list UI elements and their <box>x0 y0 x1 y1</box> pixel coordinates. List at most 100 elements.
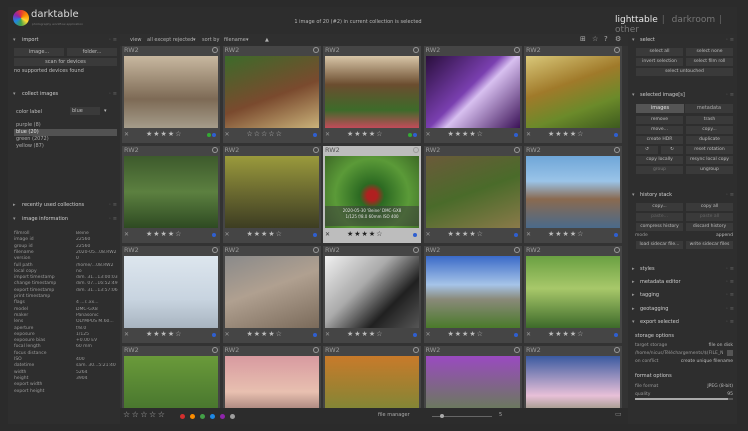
thumbnail-image[interactable] <box>124 256 218 328</box>
reset-rotation-button[interactable]: reset rotation <box>686 146 733 154</box>
gear-icon[interactable]: ⚙ <box>615 35 621 43</box>
collect-list-item[interactable]: yellow (87) <box>14 143 117 150</box>
thumbnail[interactable]: RW2 ✕ ★★★★☆ <box>323 246 421 343</box>
history-mode-row[interactable]: mode append <box>635 232 735 239</box>
thumbnail[interactable]: RW2 ✕ ★★★★☆ <box>222 146 321 243</box>
reject-icon[interactable]: ✕ <box>325 231 330 238</box>
help-icon[interactable]: ? <box>604 35 608 43</box>
module-preset-icon[interactable]: ◦ ≡ <box>725 190 734 200</box>
star-rating[interactable]: ★★★★☆ <box>548 330 584 338</box>
reject-icon[interactable]: ✕ <box>325 331 330 338</box>
star-rating[interactable]: ★★★★☆ <box>146 330 182 338</box>
load-sidecar-button[interactable]: load sidecar file... <box>636 241 683 249</box>
styles-header[interactable]: ▸ styles ◦ ≡ <box>628 264 737 274</box>
thumbnail[interactable]: RW2 ✕ ★★★★☆ <box>222 246 321 343</box>
reject-icon[interactable]: ✕ <box>124 331 129 338</box>
orange-label-icon[interactable] <box>190 414 195 419</box>
star-rating[interactable]: ★★★★☆ <box>247 330 283 338</box>
target-storage-select[interactable]: file on disk <box>709 342 733 349</box>
thumbnail-image[interactable] <box>526 356 620 408</box>
altered-icon[interactable] <box>614 147 620 153</box>
module-preset-icon[interactable]: ◦ ≡ <box>725 264 734 274</box>
thumbnail[interactable]: RW2 ✕ ★★★★☆ <box>122 246 220 343</box>
reject-icon[interactable]: ✕ <box>426 331 431 338</box>
view-darkroom[interactable]: darkroom <box>672 15 715 25</box>
folder-icon[interactable] <box>727 350 733 356</box>
thumbnail-image[interactable] <box>425 56 520 128</box>
metadata-editor-header[interactable]: ▸ metadata editor ◦ ≡ <box>628 277 737 287</box>
thumbnail[interactable]: RW2✕☆☆☆☆☆ <box>423 346 522 408</box>
recent-collections-header[interactable]: ▸ recently used collections ◦ ≡ <box>8 200 120 210</box>
layout-select[interactable]: file manager <box>378 412 410 418</box>
thumbnail[interactable]: RW2 ✕ ★★★★☆ <box>323 46 421 143</box>
image-information-header[interactable]: ▾ image information ◦ ≡ <box>8 214 120 224</box>
reject-icon[interactable]: ✕ <box>325 131 330 138</box>
collect-list-item[interactable]: green (2072) <box>14 136 117 143</box>
thumbnail[interactable]: RW2 ✕ ★★★★☆ <box>524 246 622 343</box>
reject-icon[interactable]: ✕ <box>526 231 531 238</box>
history-stack-header[interactable]: ▾ history stack ◦ ≡ <box>628 190 737 200</box>
copy-locally-button[interactable]: copy locally <box>636 156 683 164</box>
import-folder-button[interactable]: folder... <box>67 48 117 56</box>
star-rating[interactable]: ★★★★☆ <box>247 230 283 238</box>
altered-icon[interactable] <box>413 347 419 353</box>
module-preset-icon[interactable]: ◦ ≡ <box>108 35 117 45</box>
thumbnail[interactable]: RW2 ✕ ★★★★☆ <box>122 46 220 143</box>
thumbnail-image[interactable] <box>124 56 218 128</box>
reject-icon[interactable]: ✕ <box>526 131 531 138</box>
star-rating[interactable]: ★★★★☆ <box>146 130 182 138</box>
history-paste-all-button[interactable]: paste all <box>686 213 733 221</box>
collect-value-input[interactable]: blue <box>70 107 100 115</box>
dropdown-arrow-icon[interactable]: ▾ <box>246 37 249 43</box>
thumbnail[interactable]: RW2✕☆☆☆☆☆ <box>323 346 421 408</box>
altered-icon[interactable] <box>513 147 520 153</box>
rotate-right-icon[interactable]: ↻ <box>661 146 683 154</box>
export-selected-header[interactable]: ▾ export selected ◦ ≡ <box>628 317 737 327</box>
thumbnail-image[interactable] <box>325 256 419 328</box>
thumbnail-image[interactable] <box>526 56 620 128</box>
dropdown-arrow-icon[interactable]: ▾ <box>104 108 107 114</box>
reject-icon[interactable]: ✕ <box>426 231 431 238</box>
star-rating[interactable]: ★★★★☆ <box>548 130 584 138</box>
reject-icon[interactable]: ✕ <box>225 231 230 238</box>
export-path-row[interactable]: /home/nicus/Téléchargements/$(FILE_N <box>635 350 735 357</box>
move-button[interactable]: move... <box>636 126 683 134</box>
quality-value[interactable]: 95 <box>727 391 733 398</box>
thumbnail-image[interactable] <box>526 256 620 328</box>
thumbnail-image[interactable] <box>124 156 218 228</box>
tab-images[interactable]: images <box>636 104 684 113</box>
thumbnail-image[interactable] <box>425 256 520 328</box>
reject-icon[interactable]: ✕ <box>225 131 230 138</box>
copy-button[interactable]: copy... <box>686 126 733 134</box>
altered-icon[interactable] <box>413 247 419 253</box>
thumbnail[interactable]: RW2✕☆☆☆☆☆ <box>222 46 321 143</box>
on-conflict-select[interactable]: create unique filename <box>681 358 733 365</box>
green-label-icon[interactable] <box>200 414 205 419</box>
thumbnail[interactable]: RW2 ✕ ★★★★☆ <box>122 146 220 243</box>
altered-icon[interactable] <box>212 347 218 353</box>
dropdown-arrow-icon[interactable]: ▾ <box>193 37 196 43</box>
zoom-value[interactable]: 5 <box>499 412 502 418</box>
compress-history-button[interactable]: compress history <box>636 223 683 231</box>
view-filter-select[interactable]: all except rejected <box>147 37 193 43</box>
module-preset-icon[interactable]: ◦ ≡ <box>725 277 734 287</box>
reject-icon[interactable]: ✕ <box>225 331 230 338</box>
view-lighttable[interactable]: lighttable <box>615 15 658 25</box>
scan-devices-button[interactable]: scan for devices <box>14 58 117 66</box>
grid-icon[interactable]: ⊞ <box>580 35 586 43</box>
reject-icon[interactable]: ✕ <box>426 131 431 138</box>
resync-local-copy-button[interactable]: resync local copy <box>686 156 733 164</box>
select-module-header[interactable]: ▾ select ◦ ≡ <box>628 35 737 45</box>
quality-slider-track[interactable] <box>635 398 733 400</box>
sort-direction-icon[interactable]: ▲ <box>265 37 269 43</box>
thumbnail[interactable]: RW2✕☆☆☆☆☆ <box>524 346 622 408</box>
star-rating[interactable]: ★★★★☆ <box>448 230 484 238</box>
module-preset-icon[interactable]: ◦ ≡ <box>725 90 734 100</box>
fullscreen-icon[interactable]: ▭ <box>615 410 622 418</box>
star-rating[interactable]: ☆☆☆☆☆ <box>247 130 283 138</box>
trash-button[interactable]: trash <box>686 116 733 124</box>
select-film-roll-button[interactable]: select film roll <box>686 58 733 66</box>
thumbnail[interactable]: RW2 ✕ ★★★★☆ <box>524 146 622 243</box>
invert-selection-button[interactable]: invert selection <box>636 58 683 66</box>
thumbnail[interactable]: RW2 ✕ ★★★★☆ <box>423 146 522 243</box>
